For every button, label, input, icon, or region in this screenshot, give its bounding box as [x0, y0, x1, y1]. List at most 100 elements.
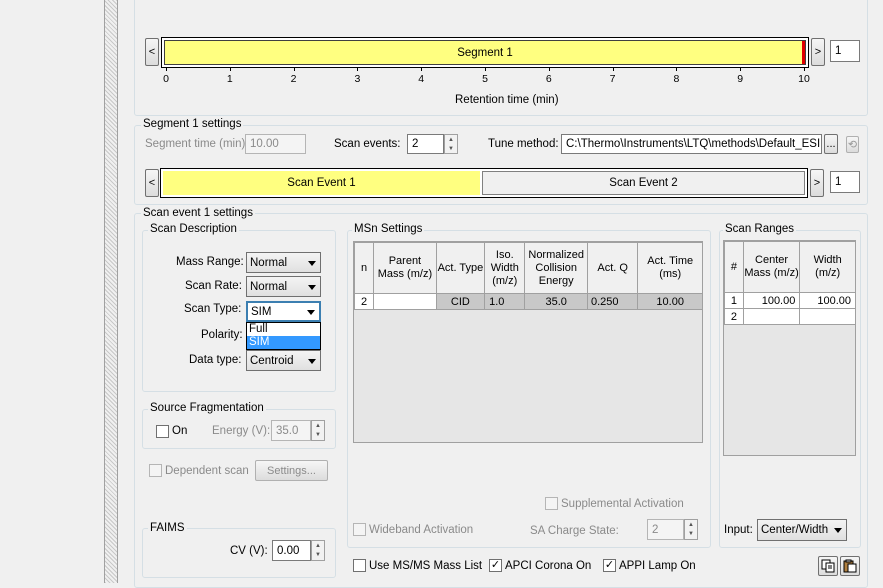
msn-cell-act-q[interactable]: 0.250 — [586, 293, 639, 310]
table-row[interactable]: 2 — [724, 308, 856, 325]
range-header-index: # — [724, 241, 744, 293]
msn-cell-act-time[interactable]: 10.00 — [637, 293, 703, 310]
dependent-scan-checkbox[interactable] — [149, 464, 162, 477]
browse-button[interactable]: ... — [824, 134, 838, 154]
use-msms-mass-list-label: Use MS/MS Mass List — [369, 560, 483, 572]
msn-table: n Parent Mass (m/z) Act. Type Iso. Width… — [353, 242, 703, 310]
apci-corona-label: APCI Corona On — [505, 560, 592, 572]
axis-tick-label: 2 — [290, 73, 297, 85]
spin-up-icon[interactable]: ▲ — [312, 541, 324, 551]
scan-events-field[interactable]: 2 — [407, 134, 444, 154]
scan-ranges-table-area: # Center Mass (m/z) Width (m/z) 1 100.00… — [723, 240, 856, 456]
apci-corona-checkbox[interactable]: ✓ — [489, 559, 502, 572]
msn-cell-collision-energy[interactable]: 35.0 — [524, 293, 588, 310]
cv-label: CV (V): — [230, 545, 268, 557]
segment-time-field: 10.00 — [245, 134, 306, 154]
cv-spinner[interactable]: ▲ ▼ — [311, 540, 325, 561]
scan-events-spinner[interactable]: ▲ ▼ — [444, 134, 458, 154]
axis-tick — [548, 67, 550, 71]
msn-header-parent-mass: Parent Mass (m/z) — [373, 242, 437, 294]
range-cell-center-mass[interactable] — [742, 308, 801, 325]
axis-tick — [421, 67, 423, 71]
input-mode-select[interactable]: Center/Width — [757, 519, 847, 541]
msn-header-n: n — [353, 242, 375, 294]
source-fragmentation-checkbox[interactable] — [156, 425, 169, 438]
msn-header-act-q: Act. Q — [586, 242, 639, 294]
timeline-next-button[interactable]: > — [811, 38, 825, 66]
spin-down-icon[interactable]: ▼ — [445, 144, 457, 153]
axis-tick — [740, 67, 742, 71]
appi-lamp-checkbox[interactable]: ✓ — [603, 559, 616, 572]
data-type-label: Data type: — [189, 354, 242, 366]
segment-count-field[interactable]: 1 — [830, 40, 860, 62]
msn-header-collision-energy: Normalized Collision Energy — [524, 242, 588, 294]
range-cell-center-mass[interactable]: 100.00 — [742, 292, 801, 309]
scan-event-2-tab[interactable]: Scan Event 2 — [482, 171, 805, 195]
msn-cell-parent-mass[interactable] — [373, 293, 437, 310]
range-cell-width[interactable] — [799, 308, 856, 325]
event-prev-button[interactable]: < — [145, 169, 159, 197]
scan-ranges-table: # Center Mass (m/z) Width (m/z) 1 100.00… — [724, 241, 856, 325]
timeline-prev-button[interactable]: < — [145, 38, 159, 66]
polarity-label: Polarity: — [201, 329, 243, 341]
dependent-settings-button[interactable]: Settings... — [255, 460, 328, 481]
sa-charge-state-label: SA Charge State: — [530, 525, 619, 537]
segment-end-marker[interactable] — [802, 41, 805, 64]
scan-type-option-sim[interactable]: SIM — [247, 336, 320, 349]
cv-field[interactable]: 0.00 — [272, 540, 311, 561]
range-cell-index: 2 — [724, 308, 744, 325]
wideband-activation-checkbox[interactable] — [353, 523, 366, 536]
scan-type-select[interactable]: SIM — [246, 301, 321, 322]
scan-events-label: Scan events: — [334, 138, 401, 150]
axis-tick-label: 6 — [545, 73, 552, 85]
segment-1-block[interactable]: Segment 1 — [164, 40, 806, 65]
splitter-handle[interactable] — [104, 0, 118, 583]
msn-cell-iso-width[interactable]: 1.0 — [484, 293, 526, 310]
copy-icon[interactable] — [818, 556, 838, 576]
chevron-down-icon — [834, 528, 842, 533]
wideband-activation-label: Wideband Activation — [369, 524, 474, 536]
scan-type-option-full[interactable]: Full — [247, 323, 320, 336]
use-msms-mass-list-checkbox[interactable] — [353, 559, 366, 572]
table-row[interactable]: 1 100.00 100.00 — [724, 292, 856, 309]
segment-time-label: Segment time (min): — [145, 138, 249, 150]
supplemental-activation-checkbox[interactable] — [545, 497, 558, 510]
event-count-field[interactable]: 1 — [830, 171, 860, 193]
range-cell-width[interactable]: 100.00 — [799, 292, 856, 309]
axis-tick — [293, 67, 295, 71]
spin-down-icon: ▼ — [688, 531, 694, 538]
scan-rate-select[interactable]: Normal — [246, 276, 321, 297]
energy-spinner: ▲ ▼ — [311, 420, 325, 441]
scan-event-1-tab[interactable]: Scan Event 1 — [163, 171, 480, 195]
segment-bar[interactable]: Segment 1 — [161, 37, 809, 68]
appi-lamp-label: APPI Lamp On — [619, 560, 696, 572]
data-type-select[interactable]: Centroid — [246, 350, 321, 371]
tune-method-field[interactable]: C:\Thermo\Instruments\LTQ\methods\Defaul… — [561, 134, 822, 154]
axis-tick — [485, 67, 486, 71]
msn-table-area: n Parent Mass (m/z) Act. Type Iso. Width… — [353, 241, 703, 443]
spin-up-icon: ▲ — [688, 521, 694, 528]
sync-icon[interactable]: ⟲ — [846, 136, 859, 153]
axis-tick — [612, 67, 614, 71]
scan-event-settings-title: Scan event 1 settings — [141, 207, 255, 219]
chevron-down-icon — [308, 284, 316, 290]
axis-tick-label: 0 — [163, 73, 169, 85]
event-next-button[interactable]: > — [810, 169, 824, 197]
spin-down-icon: ▼ — [315, 432, 321, 439]
scan-description-title: Scan Description — [148, 223, 239, 235]
spin-down-icon[interactable]: ▼ — [312, 551, 324, 561]
msn-header-act-time: Act. Time (ms) — [637, 242, 703, 294]
energy-label: Energy (V): — [212, 425, 271, 437]
scan-event-bar: Scan Event 1 Scan Event 2 — [160, 168, 808, 198]
axis-tick — [229, 67, 231, 71]
msn-cell-act-type[interactable]: CID — [435, 293, 486, 310]
axis-tick-label: 1 — [226, 73, 233, 85]
msn-settings-title: MSn Settings — [352, 223, 425, 235]
mass-range-select[interactable]: Normal — [246, 252, 321, 273]
axis-tick-label: 3 — [354, 73, 361, 85]
axis-tick — [676, 67, 678, 71]
paste-icon[interactable] — [840, 556, 860, 576]
axis-tick-label: 5 — [482, 73, 488, 85]
spin-up-icon[interactable]: ▲ — [445, 135, 457, 144]
table-row[interactable]: 2 CID 1.0 35.0 0.250 10.00 — [353, 293, 703, 310]
